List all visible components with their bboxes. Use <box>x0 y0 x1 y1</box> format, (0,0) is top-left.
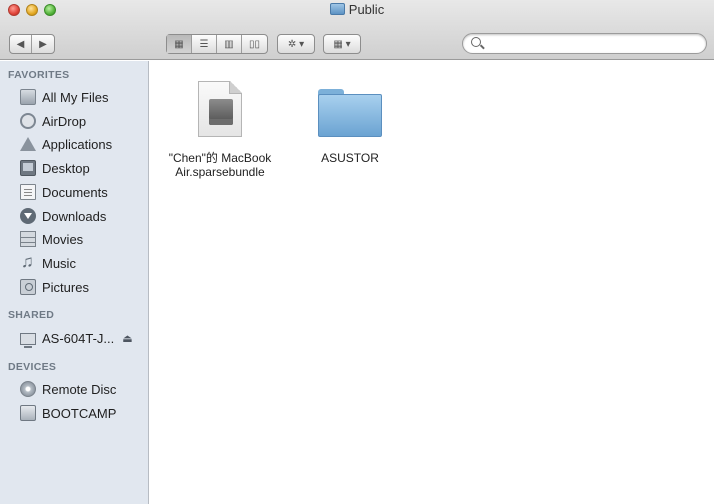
sidebar-item-music[interactable]: Music <box>20 252 76 273</box>
folder-icon <box>329 3 345 15</box>
all-files-icon <box>20 89 36 105</box>
sidebar-item-label: Desktop <box>42 160 90 176</box>
sidebar-item-all-my-files[interactable]: All My Files <box>20 87 108 107</box>
disk-icon <box>20 405 36 421</box>
sidebar-item-label: AS-604T-J... <box>42 330 115 346</box>
disc-icon <box>20 381 36 397</box>
sidebar-item-applications[interactable]: Applications <box>20 134 112 154</box>
search-icon <box>471 37 481 47</box>
forward-arrow-icon[interactable]: ▶ <box>32 35 54 53</box>
gear-icon: ✲ ▾ <box>287 38 305 50</box>
search-field[interactable] <box>462 33 707 54</box>
view-mode-control: ▦ ☰ ▥ ▯▯ <box>166 34 268 54</box>
sidebar-item-label: BOOTCAMP <box>42 405 117 421</box>
sidebar-item-label: Movies <box>42 231 84 247</box>
file-name: ASUSTOR <box>321 151 379 165</box>
sidebar-item-label: Downloads <box>42 208 107 224</box>
arrange-button[interactable]: ▦ ▾ <box>323 34 361 54</box>
airdrop-icon <box>20 113 36 129</box>
sidebar-section-favorites: FAVORITES <box>8 69 70 81</box>
downloads-icon <box>20 208 36 224</box>
list-view-icon[interactable]: ☰ <box>192 35 217 53</box>
coverflow-view-icon[interactable]: ▯▯ <box>242 35 267 53</box>
sidebar-item-label: Documents <box>42 184 108 200</box>
desktop-icon <box>20 160 36 176</box>
file-name-line-1: "Chen"的 MacBook <box>168 151 272 165</box>
sidebar-item-airdrop[interactable]: AirDrop <box>20 111 86 131</box>
sidebar-section-devices: DEVICES <box>8 361 57 373</box>
action-button[interactable]: ✲ ▾ <box>277 34 315 54</box>
back-arrow-icon[interactable]: ◀ <box>10 35 32 53</box>
file-name-line-2: Air.sparsebundle <box>175 165 265 179</box>
column-view-icon[interactable]: ▥ <box>217 35 242 53</box>
sidebar-item-label: Applications <box>42 136 113 152</box>
sidebar-item-label: Remote Disc <box>42 381 117 397</box>
pictures-icon <box>20 279 36 295</box>
sidebar-item-label: All My Files <box>42 89 109 105</box>
sidebar-item-movies[interactable]: Movies <box>20 229 83 249</box>
server-icon <box>20 333 36 348</box>
file-browser-content: "Chen"的 MacBook Air.sparsebundle ASUSTOR <box>150 61 714 504</box>
folder-body <box>318 94 382 137</box>
file-name: "Chen"的 MacBook Air.sparsebundle <box>158 151 282 179</box>
sparsebundle-icon <box>198 81 242 137</box>
sidebar: FAVORITES All My Files AirDrop Applicati… <box>0 61 149 504</box>
applications-icon <box>20 137 36 151</box>
sidebar-item-label: Pictures <box>42 279 89 295</box>
title-bar: Public ◀ ▶ ▦ ☰ ▥ ▯▯ ✲ ▾ ▦ ▾ <box>0 0 714 60</box>
sidebar-item-remote-disc[interactable]: Remote Disc <box>20 379 116 399</box>
arrange-icon: ▦ ▾ <box>333 38 351 50</box>
sidebar-item-documents[interactable]: Documents <box>20 182 108 202</box>
music-icon <box>20 252 36 272</box>
folder-icon <box>318 89 382 137</box>
sidebar-item-label: Music <box>42 255 76 271</box>
window-title: Public <box>0 2 714 17</box>
window-title-text: Public <box>348 2 385 17</box>
documents-icon <box>20 184 36 200</box>
file-item-asustor[interactable]: ASUSTOR <box>300 71 400 181</box>
sidebar-item-desktop[interactable]: Desktop <box>20 158 90 178</box>
sidebar-item-pictures[interactable]: Pictures <box>20 277 89 297</box>
sidebar-section-shared: SHARED <box>8 309 55 321</box>
sidebar-item-label: AirDrop <box>42 113 87 129</box>
sidebar-item-server[interactable]: AS-604T-J... ⏏ <box>20 328 133 348</box>
icon-view-icon[interactable]: ▦ <box>167 35 192 53</box>
sidebar-item-downloads[interactable]: Downloads <box>20 206 106 226</box>
file-item-sparsebundle[interactable]: "Chen"的 MacBook Air.sparsebundle <box>158 71 282 181</box>
back-forward-control: ◀ ▶ <box>9 34 55 54</box>
finder-window: Public ◀ ▶ ▦ ☰ ▥ ▯▯ ✲ ▾ ▦ ▾ FAVORITES Al… <box>0 0 714 504</box>
movies-icon <box>20 231 36 247</box>
sidebar-item-bootcamp[interactable]: BOOTCAMP <box>20 403 116 423</box>
eject-icon[interactable]: ⏏ <box>122 332 132 345</box>
